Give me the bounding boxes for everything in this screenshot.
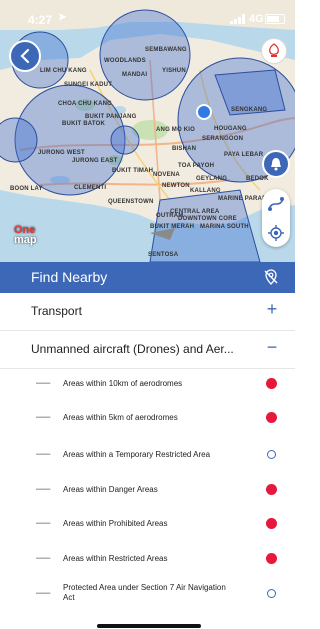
network-type: 4G (249, 13, 264, 25)
layer-toggle[interactable] (266, 484, 277, 495)
map-label: JURONG EAST (72, 158, 118, 164)
map-label: GEYLANG (196, 176, 228, 182)
category-transport[interactable]: Transport + (0, 293, 295, 331)
layer-legend-icon: ▬▬▬ (36, 486, 51, 492)
agency-logo-button[interactable] (261, 38, 287, 64)
map-label: CHOA CHU KANG (58, 101, 113, 107)
map-label: TOA PAYOH (178, 163, 215, 169)
battery-icon (265, 14, 285, 24)
map-label: QUEENSTOWN (108, 199, 154, 205)
map-label: SERANGOON (202, 136, 244, 142)
expand-icon[interactable]: + (264, 299, 280, 320)
map-label: NEWTON (162, 183, 190, 189)
find-nearby-header: Find Nearby (0, 262, 295, 293)
map-label: BUKIT TIMAH (112, 168, 154, 174)
map-label: CLEMENTI (74, 185, 107, 191)
signal-icon (230, 14, 245, 24)
map-label: DOWNTOWN CORE (178, 216, 237, 222)
map-label: HOUGANG (214, 126, 247, 132)
layer-legend-icon: ▬▬▬ (36, 380, 51, 386)
collapse-icon[interactable]: − (264, 337, 280, 358)
map-canvas[interactable] (0, 0, 295, 262)
onemap-logo: One map (14, 224, 37, 246)
category-label: Transport (31, 304, 82, 318)
map-label: ANG MO KIO (156, 127, 195, 133)
map-label: WOODLANDS (104, 58, 146, 64)
map-label: JURONG WEST (38, 150, 85, 156)
map-label: SEMBAWANG (145, 47, 187, 53)
map-label: BUKIT BATOK (62, 121, 105, 127)
map-label: BEDOK (246, 176, 269, 182)
panel-title: Find Nearby (31, 269, 108, 285)
category-label: Unmanned aircraft (Drones) and Aer... (31, 342, 234, 356)
layer-legend-icon: ▬▬▬ (36, 590, 51, 596)
list-item[interactable]: ▬▬▬ Protected Area under Section 7 Air N… (0, 578, 295, 612)
list-item[interactable]: ▬▬▬ Areas within 10km of aerodromes (0, 368, 295, 402)
layer-toggle[interactable] (267, 450, 276, 459)
layer-toggle[interactable] (266, 412, 277, 423)
map-label: OUTRAM (156, 213, 184, 219)
map-label: YISHUN (162, 68, 186, 74)
my-location-icon[interactable] (268, 225, 284, 241)
layer-legend-icon: ▬▬▬ (36, 414, 51, 420)
map-label: MARINA SOUTH (200, 224, 249, 230)
map-label: BOON LAY (10, 186, 43, 192)
layer-legend-icon: ▬▬▬ (36, 555, 51, 561)
map-view[interactable]: SEMBAWANG WOODLANDS MANDAI YISHUN LIM CH… (0, 0, 295, 262)
list-item[interactable]: ▬▬▬ Areas within Danger Areas (0, 474, 295, 508)
location-arrow-icon: ➤ (58, 12, 67, 23)
layer-legend-icon: ▬▬▬ (36, 451, 51, 457)
layer-toggle[interactable] (266, 518, 277, 529)
map-label: MANDAI (122, 72, 148, 78)
layer-name: Areas within 10km of aerodromes (63, 379, 183, 388)
layer-toggle[interactable] (266, 553, 277, 564)
layer-name: Areas within Prohibited Areas (63, 519, 168, 528)
layer-name: Areas within Danger Areas (63, 485, 158, 494)
list-item[interactable]: ▬▬▬ Areas within Restricted Areas (0, 543, 295, 577)
map-label: KALLANG (190, 188, 221, 194)
list-item[interactable]: ▬▬▬ Areas within a Temporary Restricted … (0, 439, 295, 473)
category-drones[interactable]: Unmanned aircraft (Drones) and Aer... − (0, 331, 295, 369)
bell-icon (271, 158, 281, 171)
chevron-left-icon (20, 48, 30, 64)
status-bar: 4:27 ➤ 4G (0, 0, 295, 34)
layer-toggle[interactable] (266, 378, 277, 389)
status-time: 4:27 (28, 13, 53, 27)
map-label: SUNGEI KADUT (64, 82, 113, 88)
layer-legend-icon: ▬▬▬ (36, 520, 51, 526)
layer-name: Areas within Restricted Areas (63, 554, 168, 563)
back-button[interactable] (9, 40, 41, 72)
layers-button[interactable] (262, 150, 290, 178)
map-label: BUKIT MERAH (150, 224, 195, 230)
home-indicator (97, 624, 201, 628)
map-tools (262, 189, 290, 247)
layer-name: Areas within a Temporary Restricted Area (63, 450, 211, 459)
map-label: BUKIT PANJANG (85, 114, 137, 120)
map-label: NOVENA (153, 172, 180, 178)
location-off-icon[interactable] (263, 269, 279, 285)
layer-toggle[interactable] (267, 589, 276, 598)
crest-icon (269, 43, 279, 57)
map-label: LIM CHU KANG (40, 68, 87, 74)
layer-name: Areas within 5km of aerodromes (63, 413, 178, 422)
map-label: BISHAN (172, 146, 197, 152)
draw-route-icon[interactable] (267, 195, 285, 213)
list-item[interactable]: ▬▬▬ Areas within Prohibited Areas (0, 508, 295, 542)
map-label: SENTOSA (148, 252, 179, 258)
layer-name: Protected Area under Section 7 Air Navig… (63, 583, 226, 602)
list-item[interactable]: ▬▬▬ Areas within 5km of aerodromes (0, 402, 295, 436)
map-label: SENGKANG (231, 107, 268, 113)
map-label: PAYA LEBAR (224, 152, 264, 158)
